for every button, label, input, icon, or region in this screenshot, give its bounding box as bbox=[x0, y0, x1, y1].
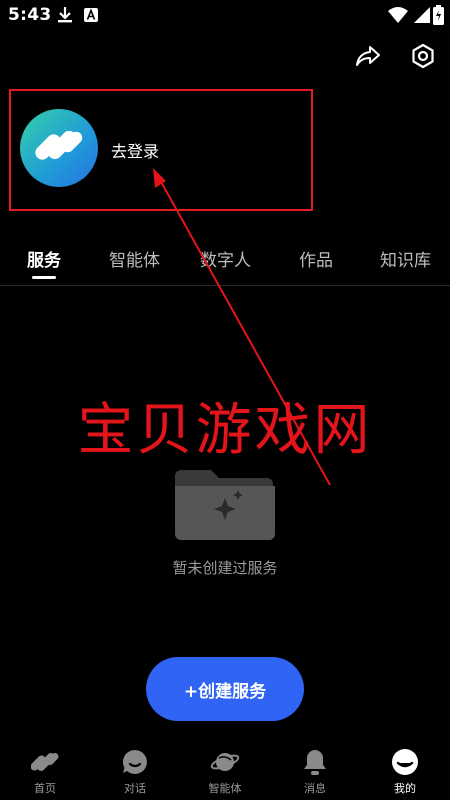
chat-icon bbox=[100, 748, 170, 776]
home-logo-icon bbox=[10, 748, 80, 776]
nav-chat-label: 对话 bbox=[124, 782, 146, 795]
create-service-button[interactable]: +创建服务 bbox=[146, 657, 304, 721]
tab-services[interactable]: 服务 bbox=[27, 246, 61, 271]
active-tab-indicator bbox=[32, 276, 56, 279]
nav-home[interactable]: 首页 bbox=[10, 748, 80, 796]
status-time: 5:43 bbox=[8, 5, 52, 25]
battery-icon bbox=[433, 5, 444, 29]
planet-icon bbox=[190, 748, 260, 776]
login-card[interactable]: 去登录 bbox=[9, 89, 313, 211]
wifi-icon bbox=[388, 7, 408, 27]
nav-messages-label: 消息 bbox=[304, 782, 326, 795]
nav-chat[interactable]: 对话 bbox=[100, 748, 170, 796]
avatar bbox=[20, 109, 98, 187]
nav-messages[interactable]: 消息 bbox=[280, 748, 350, 796]
nav-agents[interactable]: 智能体 bbox=[190, 748, 260, 796]
tab-knowledge-base[interactable]: 知识库 bbox=[380, 246, 431, 271]
status-bar: 5:43 bbox=[0, 0, 450, 32]
tab-digital-human[interactable]: 数字人 bbox=[200, 246, 251, 271]
bell-icon bbox=[280, 748, 350, 776]
content-tabs: 服务 智能体 数字人 作品 知识库 bbox=[0, 240, 450, 286]
nav-agents-label: 智能体 bbox=[208, 782, 242, 795]
download-icon bbox=[58, 7, 72, 27]
settings-icon bbox=[410, 43, 436, 73]
bottom-nav: 首页 对话 智能体 消息 我的 bbox=[0, 748, 450, 800]
app-logo-icon bbox=[35, 126, 83, 170]
nav-mine-label: 我的 bbox=[394, 782, 416, 795]
share-icon bbox=[355, 44, 381, 72]
a-badge-icon bbox=[84, 7, 98, 27]
nav-home-label: 首页 bbox=[34, 782, 56, 795]
profile-icon bbox=[370, 748, 440, 776]
watermark-text: 宝贝游戏网 bbox=[77, 398, 373, 463]
tab-works[interactable]: 作品 bbox=[299, 246, 333, 271]
share-button[interactable] bbox=[352, 42, 384, 74]
login-link[interactable]: 去登录 bbox=[111, 138, 159, 162]
empty-folder-icon bbox=[171, 462, 279, 542]
empty-state-message: 暂未创建过服务 bbox=[172, 559, 278, 577]
nav-mine[interactable]: 我的 bbox=[370, 748, 440, 796]
tab-agents[interactable]: 智能体 bbox=[109, 246, 160, 271]
settings-button[interactable] bbox=[407, 42, 439, 74]
signal-icon bbox=[414, 7, 430, 27]
